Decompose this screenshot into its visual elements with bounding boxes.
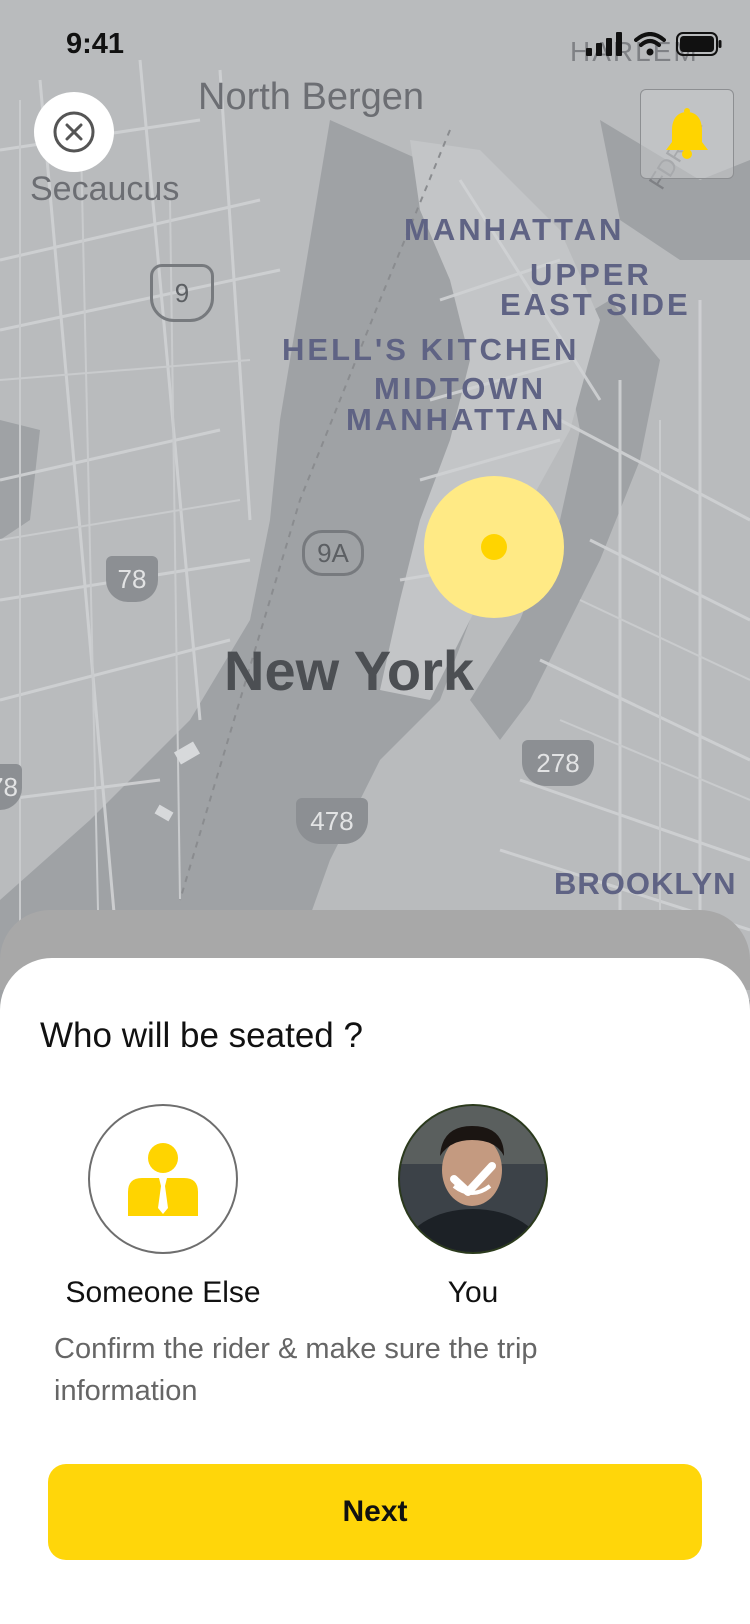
map-label-brooklyn: BROOKLYN	[554, 866, 737, 901]
option-label-you: You	[447, 1276, 499, 1309]
person-tie-icon	[128, 1143, 198, 1216]
map-label-midtown-manhattan: MANHATTAN	[346, 402, 567, 437]
bell-icon	[666, 108, 708, 159]
selected-check-icon	[450, 1162, 496, 1196]
option-someone-else[interactable]	[88, 1104, 238, 1254]
route-shield-478: 478	[296, 798, 368, 844]
map-view[interactable]: North Bergen Secaucus HARLEM MANHATTAN U…	[0, 0, 750, 1000]
map-label-midtown: MIDTOWN	[374, 371, 546, 406]
map-label-manhattan: MANHATTAN	[404, 212, 625, 247]
map-label-secaucus: Secaucus	[30, 170, 180, 208]
map-label-hells-kitchen: HELL'S KITCHEN	[282, 332, 580, 367]
map-label-north-bergen: North Bergen	[198, 76, 425, 118]
route-shield-9a: 9A	[302, 530, 364, 576]
notification-button[interactable]	[640, 89, 734, 179]
option-label-someone-else: Someone Else	[65, 1276, 261, 1309]
close-button[interactable]	[34, 92, 114, 172]
map-streets	[0, 0, 750, 1000]
map-label-new-york: New York	[224, 639, 475, 702]
status-icons	[586, 32, 722, 56]
next-button[interactable]: Next	[48, 1464, 702, 1560]
route-shield-9: 9	[150, 264, 214, 322]
sheet-description: Confirm the rider & make sure the trip i…	[54, 1333, 538, 1407]
wifi-icon	[634, 32, 666, 56]
current-location-marker[interactable]	[424, 476, 564, 618]
location-dot	[481, 534, 507, 560]
option-you[interactable]	[398, 1104, 548, 1254]
close-circle-icon	[53, 111, 95, 153]
battery-icon	[676, 32, 722, 56]
route-shield-278: 278	[522, 740, 594, 786]
status-time: 9:41	[66, 28, 125, 60]
sheet-title: Who will be seated ?	[40, 1016, 363, 1055]
route-shield-78: 78	[106, 556, 158, 602]
map-label-east-side: EAST SIDE	[500, 287, 691, 322]
signal-icon	[586, 32, 622, 56]
